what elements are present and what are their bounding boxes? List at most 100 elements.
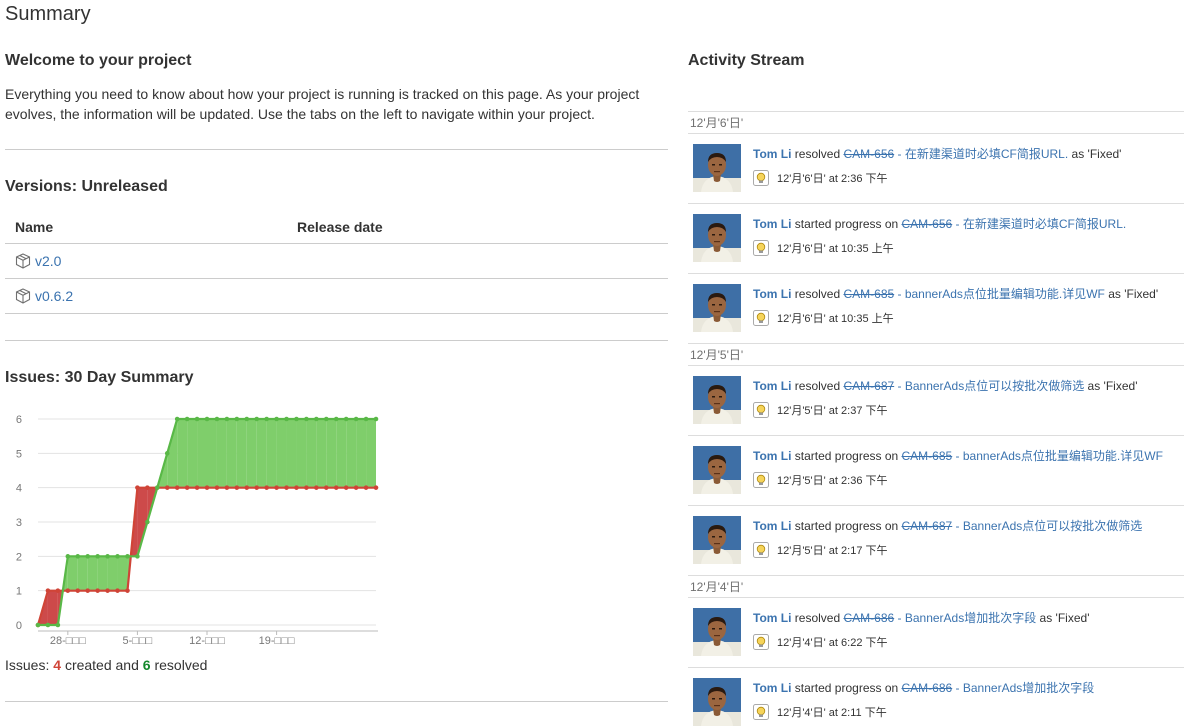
resolved-point <box>45 622 51 628</box>
resolved-point <box>244 416 250 422</box>
resolved-area <box>296 419 307 488</box>
issue-summary-link[interactable]: - BannerAds点位可以按批次做筛选 <box>894 379 1085 393</box>
issue-key-link[interactable]: CAM-656 <box>843 147 894 161</box>
activity-meta: 12'月'4'日' at 2:11 下午 <box>753 704 887 720</box>
resolved-point <box>135 554 140 559</box>
created-count: 4 <box>53 657 62 673</box>
issue-summary-link[interactable]: - 在新建渠道时必填CF简报URL. <box>952 217 1127 231</box>
user-avatar[interactable] <box>693 144 741 192</box>
activity-text: Tom Li started progress on CAM-687 - Ban… <box>753 517 1142 534</box>
issue-key-link[interactable]: CAM-656 <box>902 217 953 231</box>
resolved-point <box>333 416 339 422</box>
created-point <box>164 485 170 490</box>
activity-item: Tom Li resolved CAM-685 - bannerAds点位批量编… <box>688 274 1184 344</box>
resolved-area <box>306 419 317 488</box>
resolved-area <box>117 556 128 591</box>
resolved-area <box>326 419 337 488</box>
resolved-point <box>164 451 170 456</box>
issue-key-link[interactable]: CAM-687 <box>902 519 953 533</box>
created-point <box>284 485 289 490</box>
issue-key-link[interactable]: CAM-685 <box>843 287 894 301</box>
user-link[interactable]: Tom Li <box>753 147 791 161</box>
user-avatar[interactable] <box>693 376 741 424</box>
user-avatar[interactable] <box>693 678 741 726</box>
user-avatar[interactable] <box>693 516 741 564</box>
user-link[interactable]: Tom Li <box>753 611 791 625</box>
resolved-point <box>284 416 289 422</box>
resolved-area <box>216 419 227 488</box>
issue-summary-link[interactable]: - BannerAds点位可以按批次做筛选 <box>952 519 1143 533</box>
activity-text: Tom Li started progress on CAM-686 - Ban… <box>753 679 1094 696</box>
created-point <box>145 485 150 490</box>
resolved-point <box>264 416 269 422</box>
activity-stream: 12'月'6'日' Tom Li resolved CAM-656 - 在新建渠… <box>688 111 1184 727</box>
version-link[interactable]: v2.0 <box>35 253 61 269</box>
divider <box>5 340 668 341</box>
y-tick-label: 0 <box>16 620 22 632</box>
version-link[interactable]: v0.6.2 <box>35 288 73 304</box>
created-point <box>95 588 100 593</box>
issues-summary-prefix: Issues: <box>5 657 50 673</box>
resolved-area <box>236 419 247 488</box>
user-link[interactable]: Tom Li <box>753 379 791 393</box>
issue-summary-link[interactable]: - BannerAds增加批次字段 <box>952 681 1095 695</box>
user-avatar[interactable] <box>693 214 741 262</box>
created-point <box>234 485 240 490</box>
resolved-area <box>316 419 327 488</box>
y-tick-label: 5 <box>16 448 22 460</box>
created-point <box>75 588 81 593</box>
x-tick-label: 12-□□□ <box>189 635 225 647</box>
resolved-area <box>67 556 78 591</box>
activity-action: resolved <box>794 611 841 625</box>
issue-key-link[interactable]: CAM-687 <box>843 379 894 393</box>
activity-action: started progress on <box>794 449 899 463</box>
resolved-point <box>323 416 329 422</box>
user-link[interactable]: Tom Li <box>753 287 791 301</box>
issue-summary-link[interactable]: - BannerAds增加批次字段 <box>894 611 1037 625</box>
user-link[interactable]: Tom Li <box>753 449 791 463</box>
activity-action: resolved <box>794 287 841 301</box>
y-tick-label: 3 <box>16 517 22 529</box>
activity-timestamp: 12'月'5'日' at 2:36 下午 <box>777 475 888 487</box>
resolved-point <box>105 554 110 559</box>
activity-item: Tom Li started progress on CAM-686 - Ban… <box>688 668 1184 727</box>
activity-text: Tom Li resolved CAM-685 - bannerAds点位批量编… <box>753 285 1158 302</box>
resolved-area <box>197 419 207 488</box>
issue-key-link[interactable]: CAM-686 <box>902 681 953 695</box>
resolved-area <box>276 419 287 488</box>
created-point <box>135 485 140 490</box>
welcome-title: Welcome to your project <box>5 52 192 69</box>
welcome-text: Everything you need to know about how yo… <box>5 86 640 122</box>
issue-key-link[interactable]: CAM-685 <box>902 449 953 463</box>
user-link[interactable]: Tom Li <box>753 217 791 231</box>
issue-summary-link[interactable]: - bannerAds点位批量编辑功能.详见WF <box>894 287 1105 301</box>
issues-summary: Issues: 4 created and 6 resolved <box>5 657 207 673</box>
user-link[interactable]: Tom Li <box>753 681 791 695</box>
created-point <box>304 485 309 490</box>
resolved-area <box>87 556 98 591</box>
created-point <box>204 485 210 490</box>
activity-text: Tom Li resolved CAM-687 - BannerAds点位可以按… <box>753 377 1138 394</box>
column-name: Name <box>15 218 54 235</box>
divider <box>5 701 668 702</box>
user-avatar[interactable] <box>693 284 741 332</box>
resolved-point <box>353 416 359 422</box>
issue-summary-link[interactable]: - 在新建渠道时必填CF简报URL. <box>894 147 1069 161</box>
issue-summary-link[interactable]: - bannerAds点位批量编辑功能.详见WF <box>952 449 1163 463</box>
resolved-area <box>266 419 277 488</box>
issue-key-link[interactable]: CAM-686 <box>843 611 894 625</box>
user-link[interactable]: Tom Li <box>753 519 791 533</box>
user-avatar[interactable] <box>693 608 741 656</box>
resolved-point <box>75 554 81 559</box>
version-row: v2.0 <box>5 244 668 279</box>
user-avatar[interactable] <box>693 446 741 494</box>
activity-meta: 12'月'5'日' at 2:17 下午 <box>753 542 888 558</box>
activity-date-header: 12'月'6'日' <box>688 112 1184 134</box>
resolved-point <box>154 485 160 490</box>
activity-action: started progress on <box>794 217 899 231</box>
created-point <box>214 485 220 490</box>
activity-text: Tom Li started progress on CAM-685 - ban… <box>753 447 1163 464</box>
y-tick-label: 4 <box>16 483 22 495</box>
created-point <box>85 588 91 593</box>
resolved-area <box>97 556 108 591</box>
